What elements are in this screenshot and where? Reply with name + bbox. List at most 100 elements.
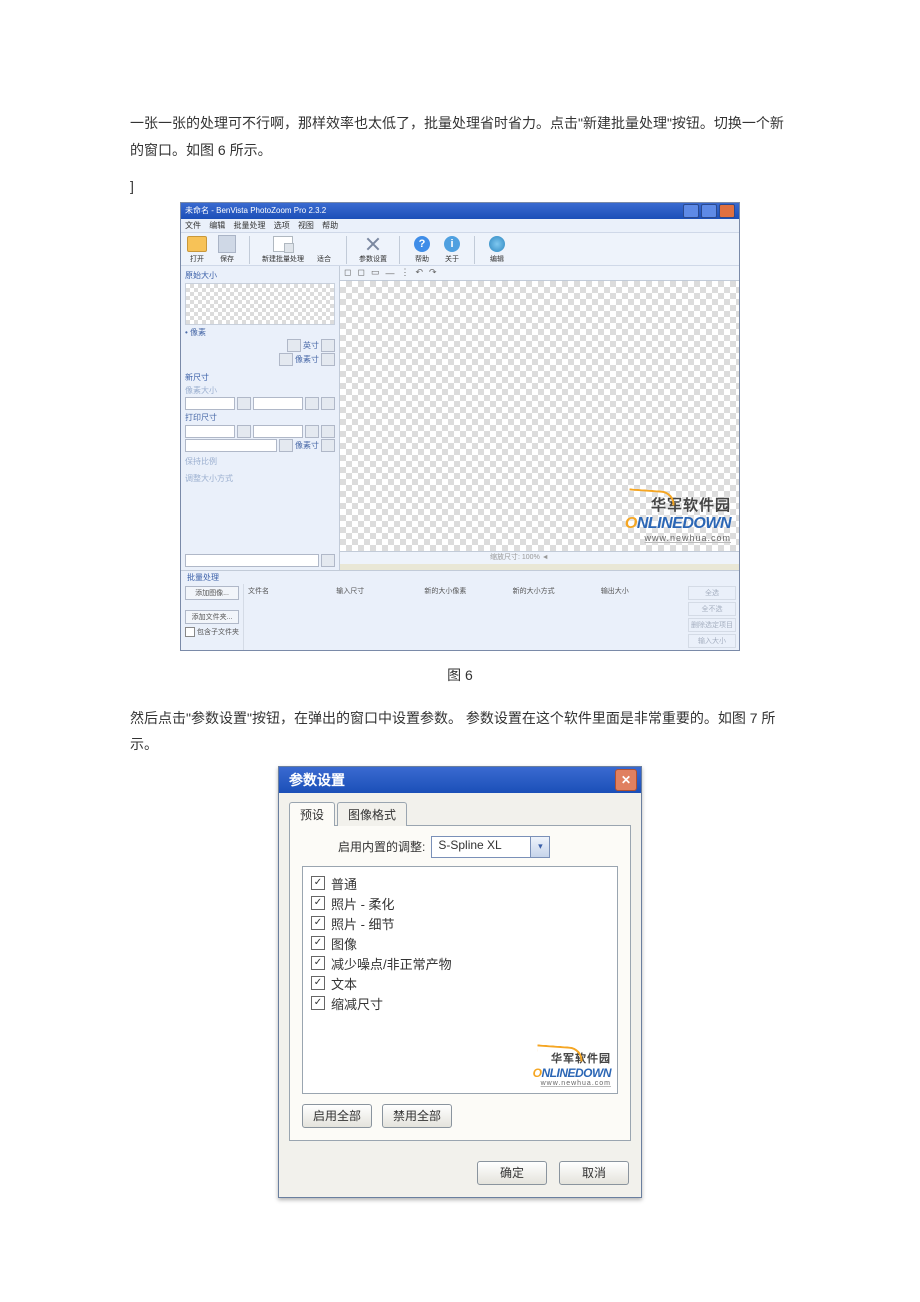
undo-icon[interactable]: ↶ bbox=[415, 267, 423, 278]
ok-button[interactable]: 确定 bbox=[477, 1161, 547, 1185]
original-preview bbox=[185, 283, 335, 325]
include-subfolders-label: 包含子文件夹 bbox=[197, 627, 239, 637]
add-folder-button[interactable]: 添加文件夹... bbox=[185, 610, 239, 624]
unit-btn-1[interactable] bbox=[321, 339, 335, 352]
stray-bracket: ] bbox=[130, 173, 790, 200]
tb-help[interactable]: ?帮助 bbox=[412, 235, 432, 264]
maximize-button[interactable] bbox=[701, 204, 717, 218]
delete-selected-button[interactable]: 删除选定项目 bbox=[688, 618, 736, 632]
preset-item-denoise[interactable]: ✓ 减少噪点/非正常产物 bbox=[311, 954, 609, 973]
menu-batch[interactable]: 批量处理 bbox=[233, 221, 265, 230]
tb-web[interactable]: 编辑 bbox=[487, 235, 507, 264]
menu-help[interactable]: 帮助 bbox=[322, 221, 338, 230]
preset-item-photo-soft[interactable]: ✓照片 - 柔化 bbox=[311, 894, 609, 913]
unit-field-2[interactable] bbox=[279, 353, 293, 366]
preset-label: 文本 bbox=[331, 974, 357, 993]
tb-about-label: 关于 bbox=[445, 254, 459, 264]
tb-about[interactable]: i关于 bbox=[442, 235, 462, 264]
close-button[interactable] bbox=[719, 204, 735, 218]
tb-pref-label: 参数设置 bbox=[359, 254, 387, 264]
tb-web-label: 编辑 bbox=[490, 254, 504, 264]
tab-presets[interactable]: 预设 bbox=[289, 802, 335, 826]
tab-image-format[interactable]: 图像格式 bbox=[337, 802, 407, 826]
width-field[interactable] bbox=[185, 397, 235, 410]
print-width-unit[interactable] bbox=[237, 425, 251, 438]
zoom-out-icon[interactable]: — bbox=[385, 268, 394, 278]
globe-icon bbox=[489, 236, 505, 252]
menu-view[interactable]: 视图 bbox=[298, 221, 314, 230]
batch-panel-title: 批量处理 bbox=[181, 570, 739, 584]
canvas-area[interactable]: 华军软件园 ONLINEDOWN www.newhua.com bbox=[340, 281, 739, 552]
include-subfolders-checkbox[interactable]: 包含子文件夹 bbox=[185, 627, 239, 637]
batch-icon bbox=[273, 236, 293, 252]
checkbox-icon[interactable]: ✓ bbox=[311, 936, 325, 950]
lock-button[interactable] bbox=[321, 397, 335, 410]
preset-item-text[interactable]: ✓ 文本 bbox=[311, 974, 609, 993]
checkbox-icon[interactable]: ✓ bbox=[311, 896, 325, 910]
resolution-field[interactable] bbox=[185, 439, 277, 452]
unit-field-1[interactable] bbox=[287, 339, 301, 352]
figure-6-app-window: 未命名 - BenVista PhotoZoom Pro 2.3.2 文件 编辑… bbox=[180, 202, 740, 651]
add-image-button[interactable]: 添加图像... bbox=[185, 586, 239, 600]
tb-open[interactable]: 打开 bbox=[187, 235, 207, 264]
height-unit[interactable] bbox=[305, 397, 319, 410]
preset-item-shrink[interactable]: ✓缩减尺寸 bbox=[311, 994, 609, 1013]
checkbox-icon[interactable]: ✓ bbox=[311, 876, 325, 890]
preset-item-photo-detail[interactable]: ✓照片 - 细节 bbox=[311, 914, 609, 933]
section-resize-method: 调整大小方式 bbox=[185, 473, 335, 484]
method-field[interactable] bbox=[185, 554, 319, 567]
preset-item-image[interactable]: ✓图像 bbox=[311, 934, 609, 953]
menu-file[interactable]: 文件 bbox=[185, 221, 201, 230]
disable-all-button[interactable]: 禁用全部 bbox=[382, 1104, 452, 1128]
tb-open-label: 打开 bbox=[190, 254, 204, 264]
dialog-titlebar[interactable]: 参数设置 ✕ bbox=[279, 767, 641, 793]
preset-label: 减少噪点/非正常产物 bbox=[331, 954, 452, 973]
tb-save[interactable]: 保存 bbox=[217, 235, 237, 264]
enable-all-button[interactable]: 启用全部 bbox=[302, 1104, 372, 1128]
chevron-down-icon[interactable]: ▾ bbox=[530, 837, 549, 857]
resolution-unit[interactable] bbox=[279, 439, 293, 452]
select-all-button[interactable]: 全选 bbox=[688, 586, 736, 600]
select-none-button[interactable]: 全不选 bbox=[688, 602, 736, 616]
label-pixel-size: 像素大小 bbox=[185, 385, 335, 396]
unit-btn-2[interactable] bbox=[321, 353, 335, 366]
tb-new-batch[interactable]: 新建批量处理 bbox=[262, 235, 304, 264]
label-print-size: 打印尺寸 bbox=[185, 412, 335, 423]
height-field[interactable] bbox=[253, 397, 303, 410]
window-title: 未命名 - BenVista PhotoZoom Pro 2.3.2 bbox=[185, 205, 326, 216]
width-unit[interactable] bbox=[237, 397, 251, 410]
print-lock-button[interactable] bbox=[321, 425, 335, 438]
minimize-button[interactable] bbox=[683, 204, 699, 218]
resize-method-combo[interactable]: S-Spline XL ▾ bbox=[431, 836, 550, 858]
watermark-en: ONLINEDOWN bbox=[625, 515, 731, 533]
figure-7-preferences-dialog: 参数设置 ✕ 预设 图像格式 启用内置的调整: S-Spline XL ▾ ✓普… bbox=[278, 766, 642, 1198]
checkbox-icon[interactable]: ✓ bbox=[311, 996, 325, 1010]
tb-batch-label: 新建批量处理 bbox=[262, 254, 304, 264]
method-btn[interactable] bbox=[321, 554, 335, 567]
watermark: 华军软件园 ONLINEDOWN www.newhua.com bbox=[625, 494, 731, 543]
tool-sep: ▭ bbox=[371, 267, 380, 278]
print-height-unit[interactable] bbox=[305, 425, 319, 438]
menu-edit[interactable]: 编辑 bbox=[209, 221, 225, 230]
folder-icon bbox=[187, 236, 207, 252]
menu-options[interactable]: 选项 bbox=[274, 221, 290, 230]
zoom-tool-icon[interactable]: ◻ bbox=[344, 267, 351, 278]
tb-preferences[interactable]: 参数设置 bbox=[359, 235, 387, 264]
cancel-button[interactable]: 取消 bbox=[559, 1161, 629, 1185]
resolution-btn[interactable] bbox=[321, 439, 335, 452]
checkbox-icon[interactable]: ✓ bbox=[311, 956, 325, 970]
input-size-button[interactable]: 输入大小 bbox=[688, 634, 736, 648]
preset-item-normal[interactable]: ✓ 普通 bbox=[311, 874, 609, 893]
hand-tool-icon[interactable]: ◻ bbox=[357, 267, 364, 278]
section-original-size: 原始大小 bbox=[185, 270, 335, 281]
watermark-url: www.newhua.com bbox=[625, 533, 731, 543]
print-width-field[interactable] bbox=[185, 425, 235, 438]
tb-fit[interactable]: 适合 bbox=[314, 235, 334, 264]
redo-icon[interactable]: ↷ bbox=[429, 267, 437, 278]
print-height-field[interactable] bbox=[253, 425, 303, 438]
preset-label: 普通 bbox=[331, 874, 357, 893]
close-icon[interactable]: ✕ bbox=[615, 769, 637, 791]
checkbox-icon[interactable]: ✓ bbox=[311, 976, 325, 990]
window-titlebar[interactable]: 未命名 - BenVista PhotoZoom Pro 2.3.2 bbox=[181, 203, 739, 219]
checkbox-icon[interactable]: ✓ bbox=[311, 916, 325, 930]
